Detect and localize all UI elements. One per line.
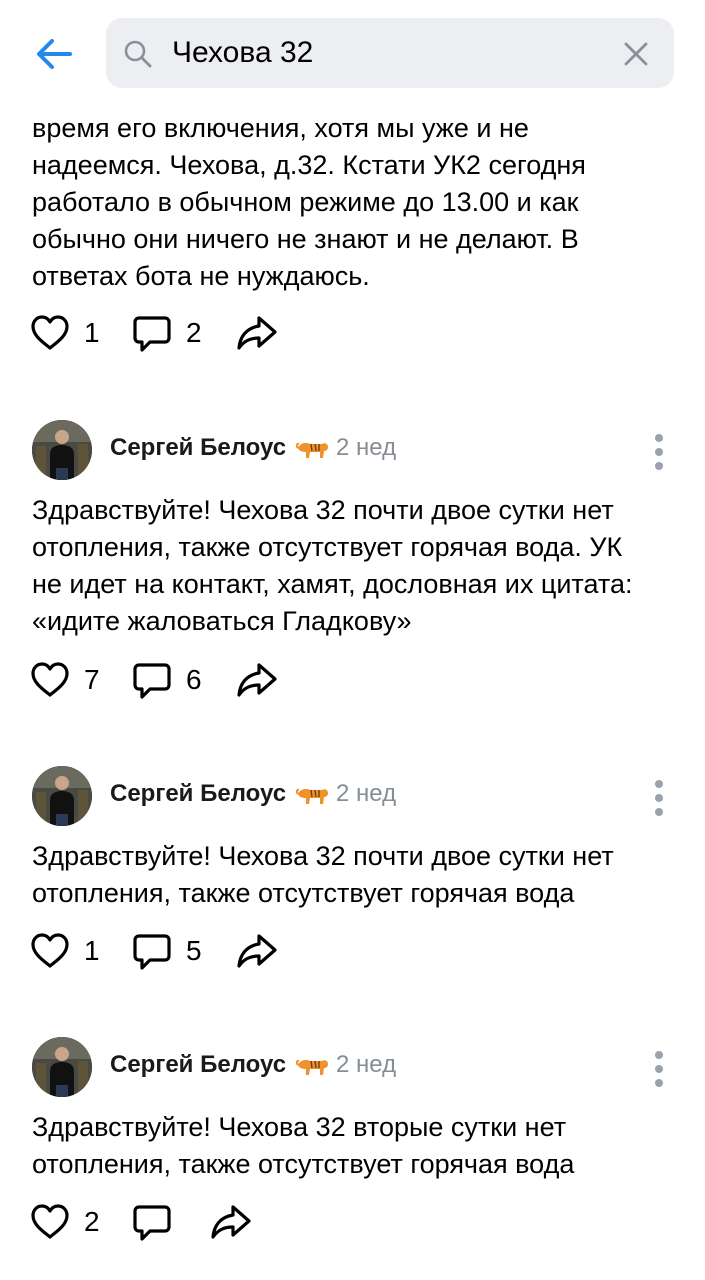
more-options-icon[interactable] <box>648 778 670 818</box>
comment-icon <box>133 934 171 970</box>
heart-icon <box>31 1204 69 1239</box>
text-line: Здравствуйте! Чехова 32 почти двое сутки… <box>32 841 614 871</box>
comment-count: 6 <box>186 664 202 695</box>
comment-count: 5 <box>186 935 202 966</box>
text-line: отопления, также отсутствует горячая вод… <box>32 532 623 562</box>
share-icon <box>237 663 277 697</box>
clear-search-icon[interactable] <box>620 38 652 70</box>
heart-icon <box>31 933 69 968</box>
like-count: 1 <box>84 935 100 966</box>
comment-count: 2 <box>186 317 202 348</box>
post-text: время его включения, хотя мы уже и не на… <box>32 110 672 295</box>
search-icon <box>122 38 154 70</box>
author-name[interactable]: Сергей Белоус <box>110 780 286 808</box>
text-line: отопления, также отсутствует горячая вод… <box>32 878 575 908</box>
author-name[interactable]: Сергей Белоус <box>110 1051 286 1079</box>
post-text: Здравствуйте! Чехова 32 вторые сутки нет… <box>32 1109 672 1183</box>
like-count: 1 <box>84 317 100 348</box>
tiger-icon <box>295 436 330 462</box>
like-count: 2 <box>84 1206 100 1237</box>
post-header: Сергей Белоус 2 нед <box>0 1037 705 1101</box>
text-line: работало в обычном режиме до 13.00 и как <box>32 187 579 217</box>
author-name[interactable]: Сергей Белоус <box>110 434 286 462</box>
comment-icon <box>133 663 171 699</box>
post-time: 2 нед <box>336 434 397 461</box>
text-line: Здравствуйте! Чехова 32 почти двое сутки… <box>32 495 614 525</box>
post-header: Сергей Белоус 2 нед <box>0 766 705 830</box>
text-line: надеемся. Чехова, д.32. Кстати УК2 сегод… <box>32 150 586 180</box>
heart-icon <box>31 662 69 697</box>
text-line: Здравствуйте! Чехова 32 вторые сутки нет <box>32 1112 567 1142</box>
avatar[interactable] <box>32 420 92 480</box>
tiger-icon <box>295 782 330 808</box>
more-options-icon[interactable] <box>648 1049 670 1089</box>
tiger-icon <box>295 1053 330 1079</box>
post-text: Здравствуйте! Чехова 32 почти двое сутки… <box>32 838 672 912</box>
search-input[interactable] <box>172 30 612 76</box>
share-icon <box>237 316 277 350</box>
back-arrow-icon[interactable] <box>30 30 78 78</box>
share-icon <box>211 1205 251 1239</box>
avatar[interactable] <box>32 1037 92 1097</box>
post-header: Сергей Белоус 2 нед <box>0 420 705 484</box>
text-line: ответах бота не нуждаюсь. <box>32 261 370 291</box>
like-count: 7 <box>84 664 100 695</box>
comment-icon <box>133 316 171 352</box>
more-options-icon[interactable] <box>648 432 670 472</box>
heart-icon <box>31 315 69 350</box>
comment-icon <box>133 1205 171 1241</box>
avatar[interactable] <box>32 766 92 826</box>
post-time: 2 нед <box>336 780 397 807</box>
text-line: не идет на контакт, хамят, дословная их … <box>32 569 633 599</box>
text-line: время его включения, хотя мы уже и не <box>32 113 529 143</box>
post-time: 2 нед <box>336 1051 397 1078</box>
text-line: обычно они ничего не знают и не делают. … <box>32 224 579 254</box>
text-line: отопления, также отсутствует горячая вод… <box>32 1149 575 1179</box>
text-line: «идите жаловаться Гладкову» <box>32 606 412 636</box>
search-box[interactable] <box>106 18 674 88</box>
share-icon <box>237 934 277 968</box>
post-text: Здравствуйте! Чехова 32 почти двое сутки… <box>32 492 672 640</box>
top-bar <box>0 0 705 104</box>
